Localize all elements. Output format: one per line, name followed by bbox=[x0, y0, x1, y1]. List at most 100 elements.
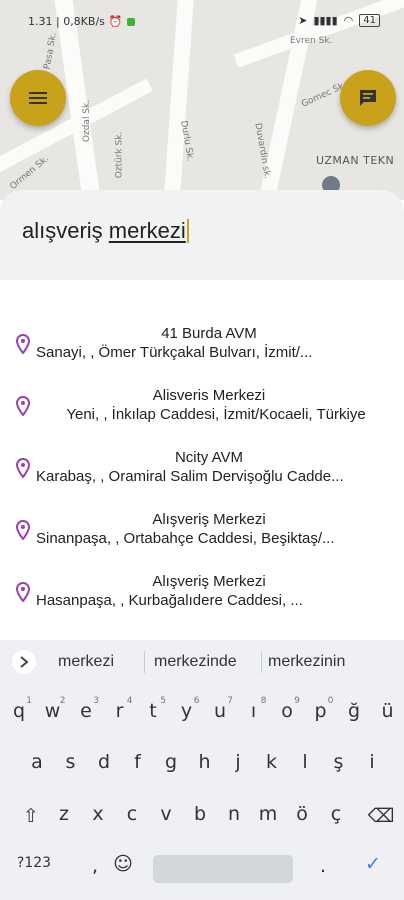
search-input[interactable]: alışveriş merkezi bbox=[22, 218, 189, 244]
key[interactable]: u7 bbox=[203, 696, 237, 722]
list-item[interactable]: Alisveris Merkezi Yeni, , İnkılap Caddes… bbox=[0, 380, 404, 442]
location-pin-icon bbox=[16, 334, 30, 354]
list-item[interactable]: Alışveriş Merkezi Hasanpaşa, , Kurbağalı… bbox=[0, 566, 404, 628]
key-hint: 0 bbox=[327, 696, 334, 706]
key-label: m bbox=[258, 803, 278, 825]
key-label: ı bbox=[250, 700, 257, 722]
emoji-icon[interactable]: ☺ bbox=[106, 853, 140, 875]
key-hint: 6 bbox=[193, 696, 200, 706]
suggestion-divider bbox=[144, 651, 145, 673]
key[interactable]: k bbox=[255, 751, 289, 773]
key-label: c bbox=[126, 803, 138, 825]
period-key[interactable]: . bbox=[306, 855, 340, 877]
list-item[interactable]: Ncity AVM Karabaş, , Oramiral Salim Derv… bbox=[0, 442, 404, 504]
list-item[interactable]: Alışveriş Merkezi Sinanpaşa, , Ortabahçe… bbox=[0, 504, 404, 566]
key[interactable]: b bbox=[183, 803, 217, 825]
check-icon[interactable]: ✓ bbox=[356, 853, 390, 875]
key-label: f bbox=[134, 751, 141, 773]
key[interactable]: n bbox=[217, 803, 251, 825]
expand-suggestions-button[interactable] bbox=[12, 650, 36, 674]
suggestion-word[interactable]: merkezi bbox=[58, 653, 114, 671]
key-label: u bbox=[213, 700, 227, 722]
alarm-icon: ⏰ bbox=[108, 15, 123, 28]
list-item[interactable]: 41 Burda AVM Sanayi, , Ömer Türkçakal Bu… bbox=[0, 318, 404, 380]
key-label: e bbox=[80, 700, 92, 722]
key[interactable]: j bbox=[221, 751, 255, 773]
key[interactable]: o9 bbox=[270, 696, 304, 722]
key[interactable]: s bbox=[54, 751, 88, 773]
poi-label: UZMAN TEKN bbox=[316, 154, 395, 167]
key[interactable]: ş bbox=[322, 751, 356, 773]
key-label: v bbox=[160, 803, 172, 825]
key[interactable]: v bbox=[149, 803, 183, 825]
key-hint: 3 bbox=[93, 696, 99, 706]
result-title: Alisveris Merkezi bbox=[152, 387, 266, 404]
key[interactable]: ü bbox=[371, 700, 404, 722]
result-address: Yeni, , İnkılap Caddesi, İzmit/Kocaeli, … bbox=[66, 406, 366, 423]
chevron-right-icon bbox=[20, 656, 29, 668]
key[interactable]: e3 bbox=[69, 696, 103, 722]
symbols-key[interactable]: ?123 bbox=[14, 855, 54, 871]
result-title: Alışveriş Merkezi bbox=[152, 511, 266, 528]
location-pin-icon bbox=[16, 582, 30, 602]
key[interactable]: q1 bbox=[2, 696, 36, 722]
key[interactable]: m bbox=[251, 803, 285, 825]
key[interactable]: z bbox=[47, 803, 81, 825]
street-label: Ozdal Sk. bbox=[82, 99, 93, 143]
signal-icon: ▮▮▮▮ bbox=[313, 14, 338, 27]
key[interactable]: x bbox=[81, 803, 115, 825]
location-pin-icon bbox=[16, 396, 30, 416]
key-label: d bbox=[97, 751, 111, 773]
menu-button[interactable] bbox=[10, 70, 66, 126]
key[interactable]: y6 bbox=[170, 696, 204, 722]
key-label: r bbox=[115, 700, 124, 722]
key[interactable]: r4 bbox=[103, 696, 137, 722]
key[interactable]: h bbox=[188, 751, 222, 773]
key[interactable]: p0 bbox=[304, 696, 338, 722]
key-label: a bbox=[31, 751, 43, 773]
key[interactable]: f bbox=[121, 751, 155, 773]
search-composing-text: merkezi bbox=[108, 218, 186, 243]
key[interactable]: g bbox=[154, 751, 188, 773]
key[interactable]: t5 bbox=[136, 696, 170, 722]
key-label: ç bbox=[330, 803, 342, 825]
key-label: ü bbox=[381, 700, 394, 722]
navigation-icon: ➤ bbox=[298, 14, 308, 27]
key-label: l bbox=[302, 751, 308, 773]
result-address: Hasanpaşa, , Kurbağalıdere Caddesi, ... bbox=[36, 592, 303, 609]
key-label: z bbox=[59, 803, 69, 825]
key[interactable]: w2 bbox=[36, 696, 70, 722]
key[interactable]: ç bbox=[319, 803, 353, 825]
key[interactable]: ı8 bbox=[237, 696, 271, 722]
key[interactable]: ğ bbox=[337, 700, 371, 722]
key-label: t bbox=[149, 700, 157, 722]
result-title: 41 Burda AVM bbox=[161, 325, 257, 342]
key[interactable]: d bbox=[87, 751, 121, 773]
key[interactable]: a bbox=[20, 751, 54, 773]
key-label: i bbox=[369, 751, 375, 773]
suggestion-word[interactable]: merkezinin bbox=[268, 653, 345, 671]
chat-button[interactable] bbox=[340, 70, 396, 126]
key-label: j bbox=[235, 751, 241, 773]
search-input-text: alışveriş bbox=[22, 218, 109, 243]
key[interactable]: l bbox=[288, 751, 322, 773]
location-pin-icon bbox=[16, 458, 30, 478]
shift-icon[interactable]: ⇧ bbox=[14, 805, 48, 827]
status-time: 1.31 | 0,8KB/s bbox=[28, 15, 105, 28]
results-list: 41 Burda AVM Sanayi, , Ömer Türkçakal Bu… bbox=[0, 318, 404, 628]
key-hint: 4 bbox=[126, 696, 133, 706]
key[interactable]: i bbox=[355, 751, 389, 773]
key[interactable]: ö bbox=[285, 803, 319, 825]
space-key[interactable] bbox=[153, 855, 293, 883]
suggestion-word[interactable]: merkezinde bbox=[154, 653, 237, 671]
backspace-icon[interactable]: ⌫ bbox=[362, 805, 400, 827]
key-label: b bbox=[193, 803, 207, 825]
key-label: ş bbox=[333, 751, 344, 773]
status-bar: 1.31 | 0,8KB/s ⏰ ➤ ▮▮▮▮ ◠ 41 bbox=[0, 0, 404, 40]
street-label: Oztürk Sk. bbox=[114, 131, 125, 179]
key[interactable]: c bbox=[115, 803, 149, 825]
key-hint: 2 bbox=[59, 696, 66, 706]
key-hint: 9 bbox=[294, 696, 300, 706]
location-pin-icon bbox=[16, 520, 30, 540]
key-label: w bbox=[44, 700, 61, 722]
